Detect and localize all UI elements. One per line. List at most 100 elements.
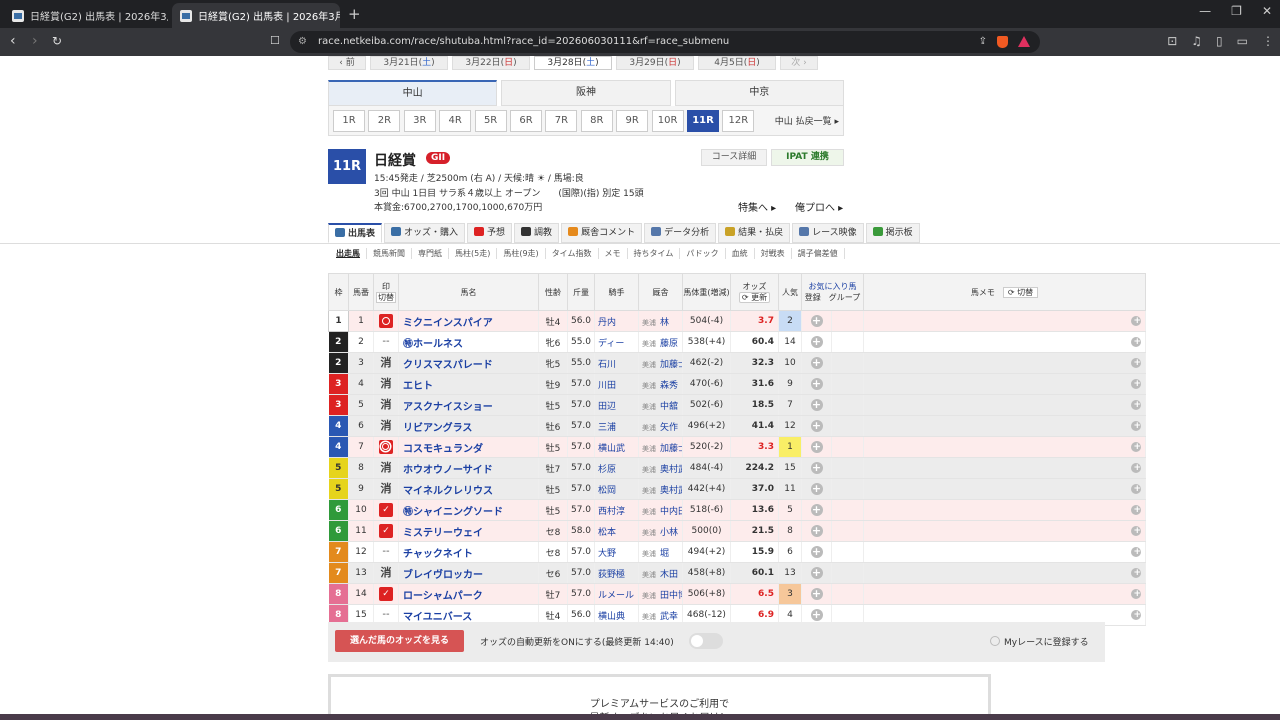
- jockey-link[interactable]: 松岡: [594, 478, 639, 500]
- header-sex-age[interactable]: 性齢: [538, 273, 568, 311]
- mark-kesi[interactable]: 消: [381, 566, 392, 580]
- main-tab[interactable]: オッズ・購入: [384, 223, 466, 243]
- odds-update-button[interactable]: ⟳ 更新: [738, 292, 771, 303]
- horse-name-link[interactable]: コスモキュランダ: [398, 436, 539, 458]
- race-number-button[interactable]: 9R: [616, 110, 649, 132]
- memo-add-icon[interactable]: +: [1131, 568, 1141, 578]
- date-tab[interactable]: 3月21日(土): [370, 56, 448, 70]
- favorite-add-icon[interactable]: +: [810, 609, 823, 621]
- memo-add-icon[interactable]: +: [1131, 400, 1141, 410]
- memo-add-icon[interactable]: +: [1131, 505, 1141, 515]
- race-number-button[interactable]: 2R: [368, 110, 401, 132]
- horse-name-link[interactable]: ローシャムパーク: [398, 583, 539, 605]
- main-tab[interactable]: 出馬表: [328, 223, 383, 243]
- date-next-button[interactable]: 次 ›: [780, 56, 818, 70]
- favorite-add-icon[interactable]: +: [810, 588, 823, 600]
- main-tab[interactable]: データ分析: [644, 223, 717, 243]
- back-icon[interactable]: ‹: [10, 33, 16, 49]
- horse-name-link[interactable]: ブレイヴロッカー: [398, 562, 539, 584]
- race-number-button[interactable]: 7R: [545, 110, 578, 132]
- favorite-add-icon[interactable]: +: [810, 420, 823, 432]
- trainer-link[interactable]: 矢作: [660, 423, 678, 433]
- sub-tab[interactable]: 馬柱(9走): [497, 248, 546, 259]
- sub-tab[interactable]: 専門紙: [412, 248, 449, 259]
- horse-name-link[interactable]: マイネルクレリウス: [398, 478, 539, 500]
- memo-add-icon[interactable]: +: [1131, 547, 1141, 557]
- horse-name-link[interactable]: アスクナイスショー: [398, 394, 539, 416]
- jockey-link[interactable]: 杉原: [594, 457, 639, 479]
- favorite-add-icon[interactable]: +: [810, 504, 823, 516]
- sub-tab[interactable]: 競馬新聞: [367, 248, 412, 259]
- mark-kesi[interactable]: 消: [381, 377, 392, 391]
- jockey-link[interactable]: 石川: [594, 352, 639, 374]
- date-prev-button[interactable]: ‹ 前: [328, 56, 366, 70]
- horse-name-link[interactable]: ミクニインスパイア: [398, 310, 539, 332]
- trainer-link[interactable]: 森秀: [660, 381, 678, 391]
- view-selected-odds-button[interactable]: 選んだ馬のオッズを見る: [335, 630, 464, 652]
- memo-add-icon[interactable]: +: [1131, 589, 1141, 599]
- sub-tab[interactable]: メモ: [599, 248, 628, 259]
- mark-kesi[interactable]: 消: [381, 461, 392, 475]
- memo-add-icon[interactable]: +: [1131, 610, 1141, 620]
- horse-name-link[interactable]: クリスマスパレード: [398, 352, 539, 374]
- bookmark-icon[interactable]: ☐: [270, 34, 280, 47]
- trainer-link[interactable]: 加藤士: [660, 360, 682, 370]
- trainer-link[interactable]: 堀: [660, 549, 669, 559]
- ore-pro-link[interactable]: 俺プロへ ▸: [795, 199, 843, 214]
- header-name[interactable]: 馬名: [398, 273, 539, 311]
- memo-toggle-button[interactable]: ⟳ 切替: [1002, 286, 1039, 298]
- sidebar-icon[interactable]: ▯: [1216, 34, 1223, 48]
- jockey-link[interactable]: 三浦: [594, 415, 639, 437]
- favorite-add-icon[interactable]: +: [810, 315, 823, 327]
- mark-check-icon[interactable]: ✓: [379, 503, 393, 517]
- favorite-add-icon[interactable]: +: [810, 357, 823, 369]
- horse-name-link[interactable]: エヒト: [398, 373, 539, 395]
- race-number-button[interactable]: 1R: [333, 110, 365, 132]
- favorite-add-icon[interactable]: +: [810, 378, 823, 390]
- favorite-add-icon[interactable]: +: [810, 525, 823, 537]
- sub-tab[interactable]: 持ちタイム: [628, 248, 681, 259]
- brave-rewards-icon[interactable]: [1018, 36, 1030, 47]
- race-number-button[interactable]: 6R: [510, 110, 542, 132]
- sub-tab[interactable]: 調子偏差値: [792, 248, 845, 259]
- mark-kesi[interactable]: 消: [381, 482, 392, 496]
- jockey-link[interactable]: ディー: [594, 331, 639, 353]
- wallet-icon[interactable]: ▭: [1237, 34, 1248, 48]
- mark-toggle-button[interactable]: 切替: [376, 292, 396, 303]
- mark-check-icon[interactable]: ✓: [379, 587, 393, 601]
- memo-add-icon[interactable]: +: [1131, 442, 1141, 452]
- ipat-link-button[interactable]: IPAT 連携: [771, 149, 844, 166]
- jockey-link[interactable]: 大野: [594, 541, 639, 563]
- memo-add-icon[interactable]: +: [1131, 358, 1141, 368]
- trainer-link[interactable]: 中内田: [660, 507, 682, 517]
- memo-add-icon[interactable]: +: [1131, 379, 1141, 389]
- trainer-link[interactable]: 小林: [660, 528, 678, 538]
- site-info-icon[interactable]: ⚙: [298, 31, 307, 53]
- restore-icon[interactable]: ❐: [1231, 4, 1242, 18]
- browser-tab-active[interactable]: 日経賞(G2) 出馬表 | 2026年3月2 ✕: [172, 3, 340, 28]
- trainer-link[interactable]: 奥村武: [660, 486, 682, 496]
- memo-add-icon[interactable]: +: [1131, 484, 1141, 494]
- header-odds[interactable]: オッズ ⟳ 更新: [730, 273, 779, 311]
- sub-tab[interactable]: 出走馬: [330, 248, 367, 259]
- trainer-link[interactable]: 木田: [660, 570, 678, 580]
- trainer-link[interactable]: 奥村武: [660, 465, 682, 475]
- trainer-link[interactable]: 加藤士: [660, 444, 682, 454]
- share-icon[interactable]: ⇪: [979, 31, 987, 53]
- venue-tab-nakayama[interactable]: 中山: [328, 80, 498, 106]
- race-number-button[interactable]: 5R: [474, 110, 507, 132]
- favorite-add-icon[interactable]: +: [810, 441, 823, 453]
- main-tab[interactable]: 掲示板: [865, 223, 920, 243]
- main-tab[interactable]: 調教: [514, 223, 560, 243]
- race-number-button[interactable]: 3R: [403, 110, 436, 132]
- main-tab[interactable]: 予想: [467, 223, 513, 243]
- trainer-link[interactable]: 武幸: [660, 612, 678, 622]
- race-number-button[interactable]: 12R: [722, 110, 755, 132]
- mark-kesi[interactable]: 消: [381, 356, 392, 370]
- favorite-add-icon[interactable]: +: [810, 462, 823, 474]
- header-mark[interactable]: 印切替: [373, 273, 399, 311]
- main-tab[interactable]: 厩舎コメント: [561, 223, 643, 243]
- horse-name-link[interactable]: リビアングラス: [398, 415, 539, 437]
- race-number-button[interactable]: 4R: [439, 110, 472, 132]
- date-tab-current[interactable]: 3月28日(土): [534, 56, 612, 70]
